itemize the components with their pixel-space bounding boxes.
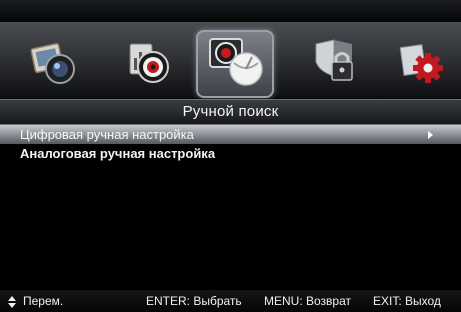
menu-icon-bar	[0, 22, 461, 98]
channel-icon[interactable]	[205, 32, 267, 92]
lock-icon[interactable]	[304, 32, 364, 92]
updown-arrows-icon	[8, 290, 16, 312]
menu-item-digital-manual-tuning[interactable]: Цифровая ручная настройка	[0, 125, 461, 144]
top-strip	[0, 0, 461, 22]
menu-item-analog-manual-tuning[interactable]: Аналоговая ручная настройка	[0, 144, 461, 163]
status-bar: Перем. ENTER: Выбрать MENU: Возврат EXIT…	[0, 290, 461, 312]
setup-icon[interactable]	[392, 32, 452, 92]
menu-list: Цифровая ручная настройка Аналоговая руч…	[0, 125, 461, 163]
page-title: Ручной поиск	[0, 99, 461, 125]
status-exit-hint: EXIT: Выход	[373, 294, 441, 308]
menu-item-label: Цифровая ручная настройка	[20, 127, 194, 142]
picture-icon[interactable]	[23, 32, 83, 92]
status-enter-hint: ENTER: Выбрать	[146, 294, 242, 308]
status-menu-hint: MENU: Возврат	[264, 294, 351, 308]
menu-item-label: Аналоговая ручная настройка	[20, 146, 216, 161]
sound-icon[interactable]	[118, 32, 178, 92]
status-move-hint: Перем.	[23, 294, 64, 308]
chevron-right-icon	[428, 131, 433, 139]
